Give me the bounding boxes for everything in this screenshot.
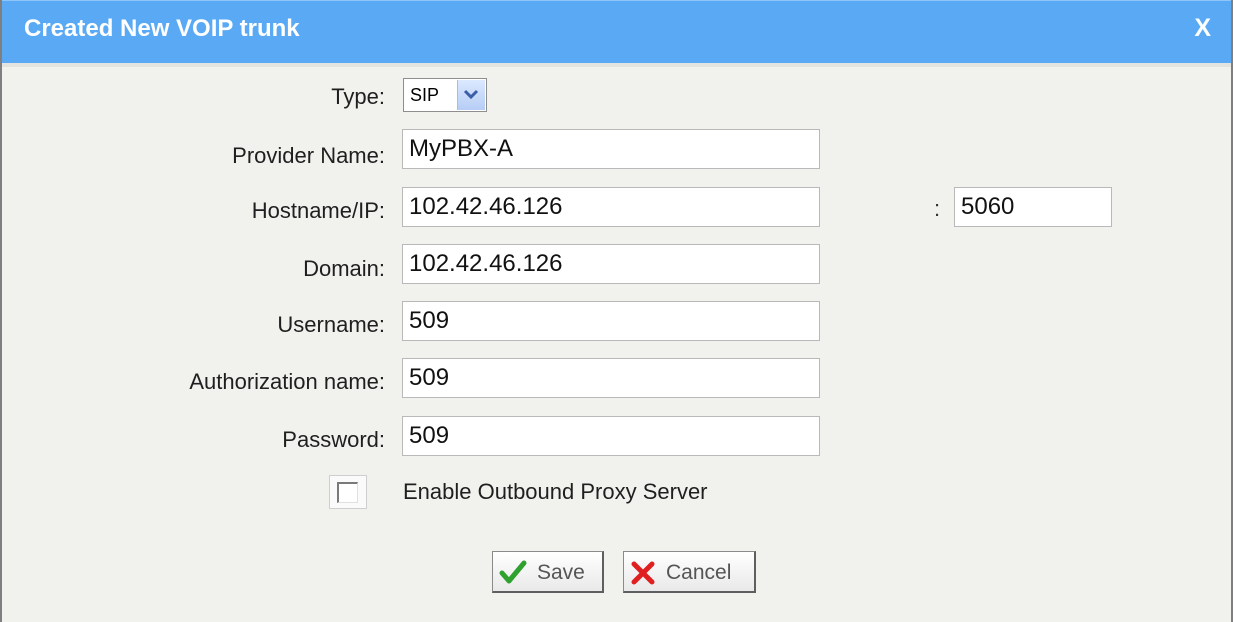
authorization-name-input[interactable]: 509 bbox=[402, 358, 820, 398]
save-button[interactable]: Save bbox=[492, 551, 604, 593]
close-icon bbox=[631, 561, 655, 585]
port-input[interactable]: 5060 bbox=[954, 187, 1112, 227]
hostname-label: Hostname/IP: bbox=[251, 198, 385, 223]
domain-input[interactable]: 102.42.46.126 bbox=[402, 244, 820, 284]
outbound-proxy-label: Enable Outbound Proxy Server bbox=[403, 479, 708, 504]
type-select-value: SIP bbox=[410, 85, 440, 105]
outbound-proxy-checkbox[interactable] bbox=[329, 475, 367, 509]
close-button[interactable]: X bbox=[1194, 14, 1211, 43]
type-label: Type: bbox=[331, 84, 385, 109]
dialog-titlebar: Created New VOIP trunk X bbox=[2, 0, 1231, 67]
type-select[interactable]: SIP bbox=[403, 78, 487, 112]
password-label: Password: bbox=[282, 427, 385, 452]
authorization-name-label: Authorization name: bbox=[189, 369, 385, 394]
domain-label: Domain: bbox=[303, 256, 385, 281]
provider-name-input[interactable]: MyPBX-A bbox=[402, 129, 820, 169]
port-separator: : bbox=[934, 196, 941, 221]
checkbox-box bbox=[337, 482, 358, 503]
provider-name-label: Provider Name: bbox=[232, 143, 385, 168]
save-button-label: Save bbox=[537, 561, 585, 584]
checkmark-icon bbox=[499, 560, 527, 584]
username-input[interactable]: 509 bbox=[402, 301, 820, 341]
hostname-input[interactable]: 102.42.46.126 bbox=[402, 187, 820, 227]
voip-trunk-dialog: Created New VOIP trunk X Type: SIP Provi… bbox=[0, 0, 1233, 622]
dialog-title: Created New VOIP trunk bbox=[24, 15, 300, 42]
password-input[interactable]: 509 bbox=[402, 416, 820, 456]
chevron-down-icon[interactable] bbox=[457, 80, 485, 110]
cancel-button-label: Cancel bbox=[666, 561, 732, 584]
username-label: Username: bbox=[277, 312, 385, 337]
cancel-button[interactable]: Cancel bbox=[623, 551, 756, 593]
